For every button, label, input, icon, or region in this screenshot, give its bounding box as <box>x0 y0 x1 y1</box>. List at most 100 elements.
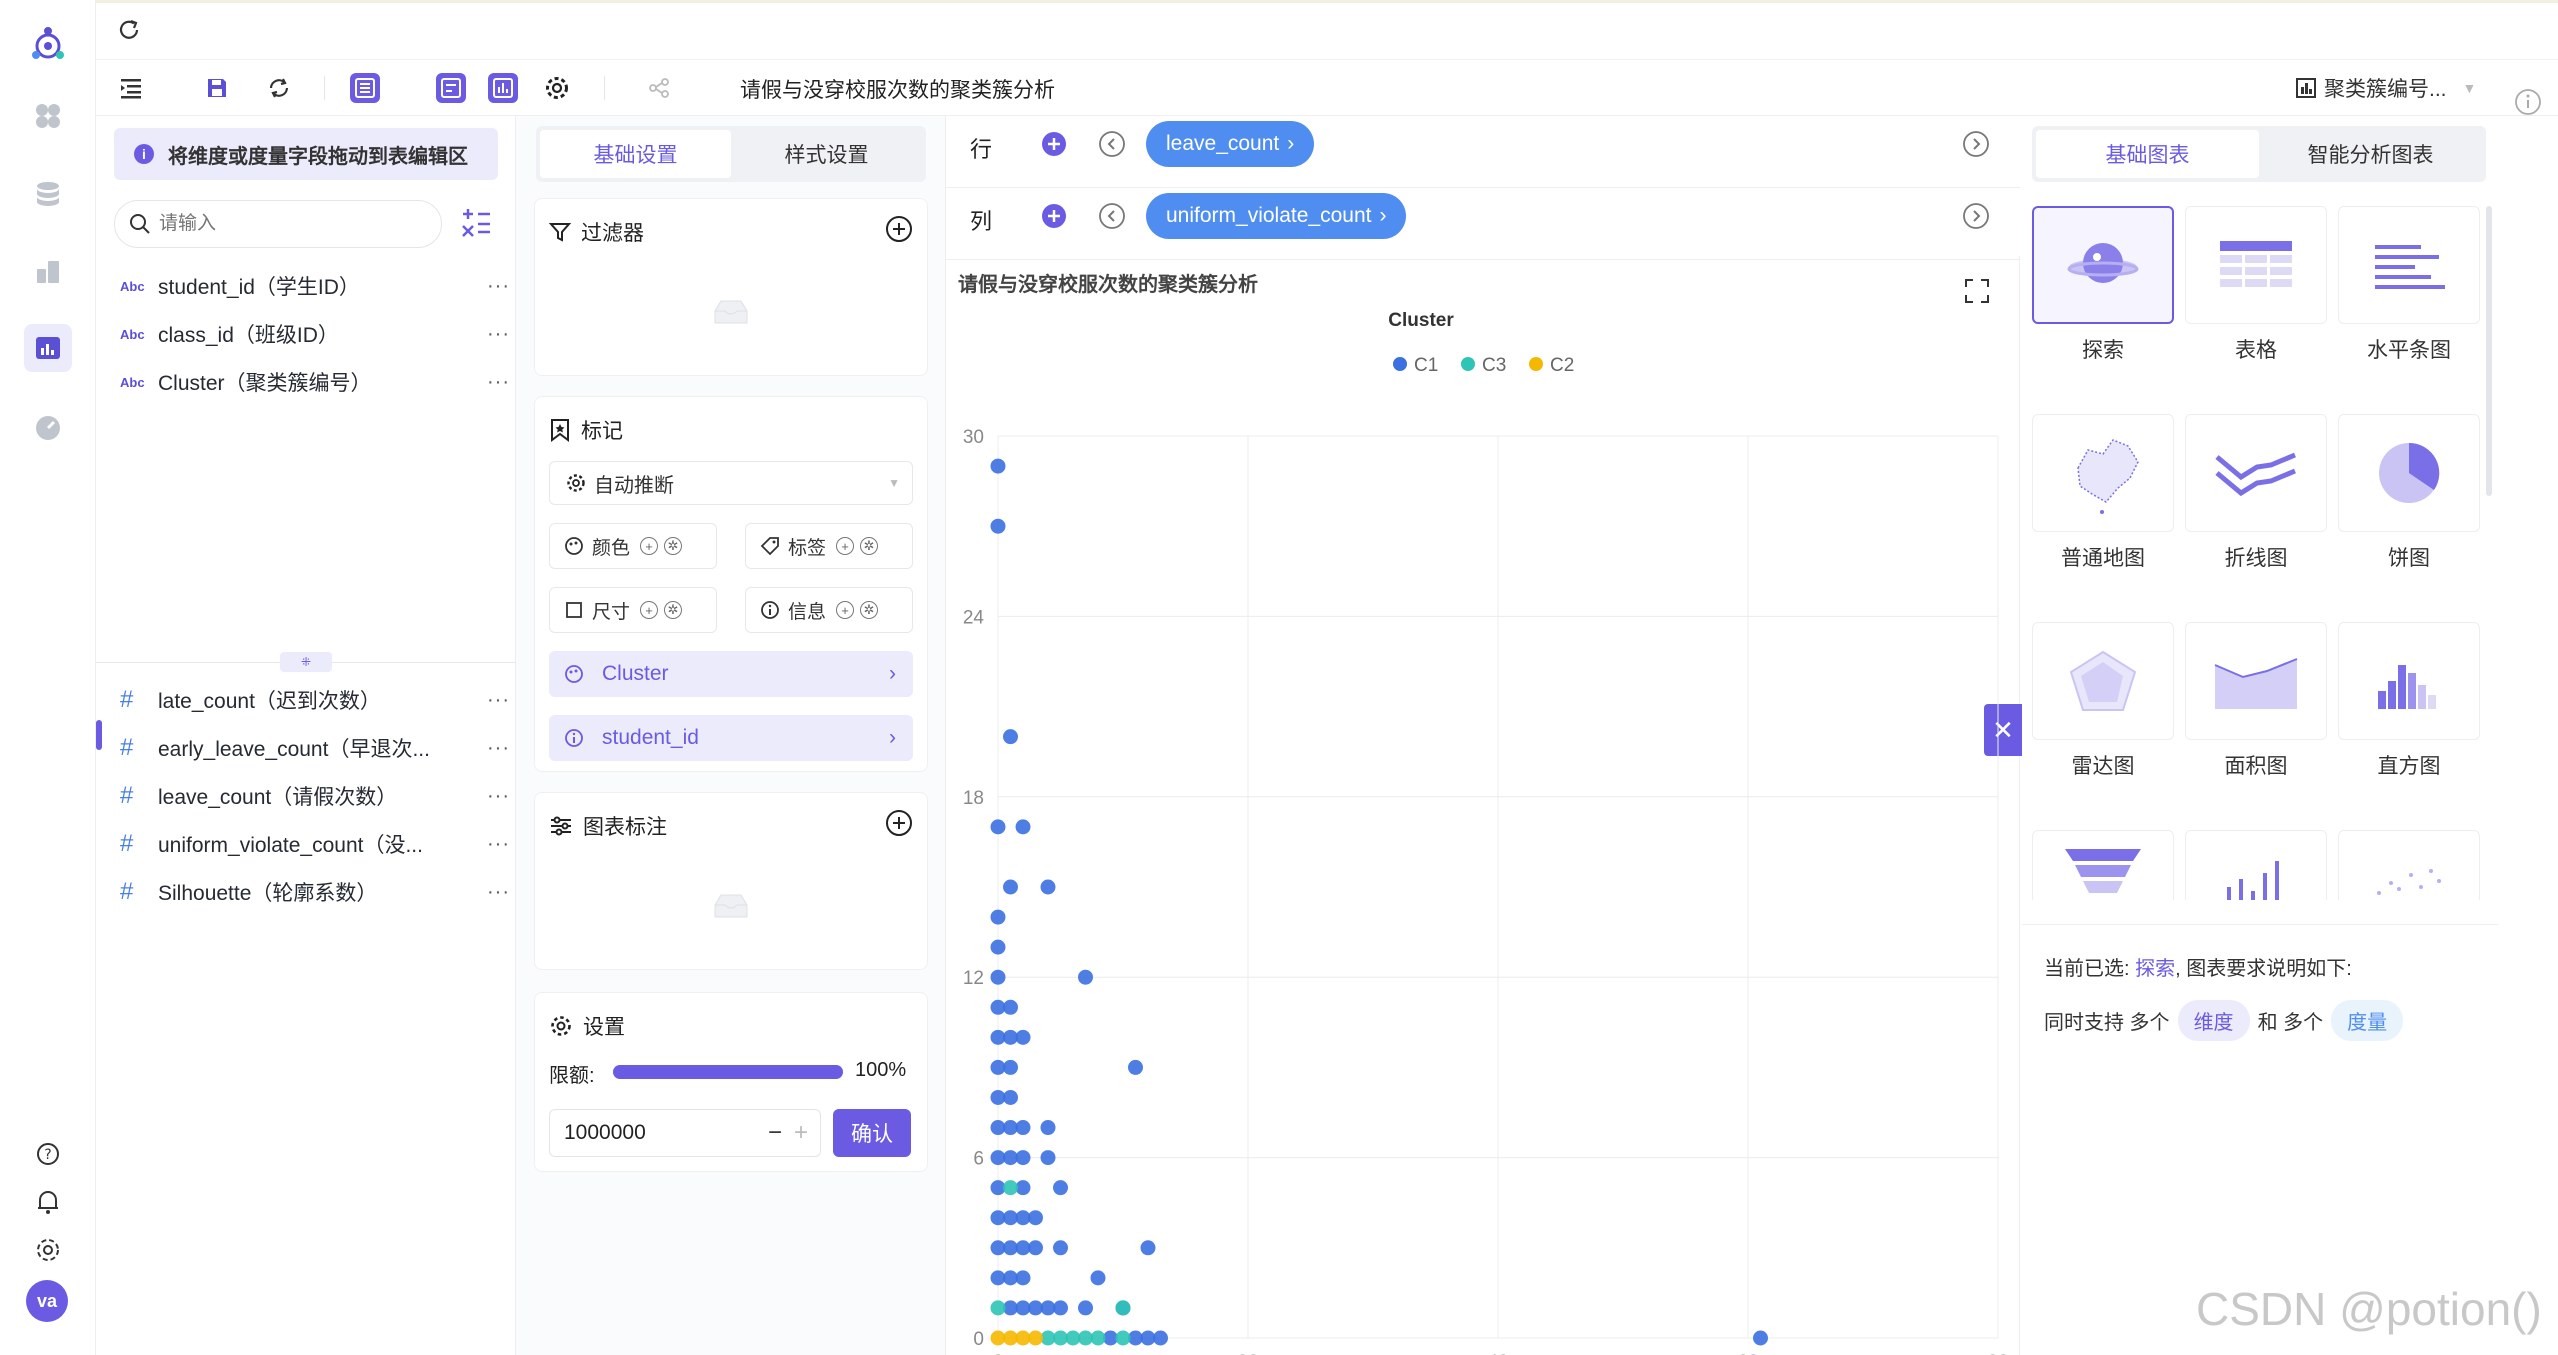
bound-field-cluster[interactable]: Cluster › <box>549 651 913 697</box>
dimension-field[interactable]: Abc student_id（学生ID） ··· <box>120 266 510 306</box>
data-point-c1 <box>1028 1210 1043 1226</box>
more-icon[interactable]: ··· <box>487 689 510 712</box>
more-icon[interactable]: ··· <box>487 275 510 298</box>
tab-smart-charts[interactable]: 智能分析图表 <box>2259 130 2482 178</box>
more-icon[interactable]: ··· <box>487 323 510 346</box>
info-icon[interactable] <box>2514 88 2542 121</box>
bound-field-student-id[interactable]: student_id › <box>549 715 913 761</box>
measure-field[interactable]: # early_leave_count（早退次... ··· <box>120 728 510 768</box>
chevron-down-icon: ▼ <box>888 476 900 490</box>
measure-field[interactable]: # late_count（迟到次数） ··· <box>120 680 510 720</box>
encoding-size[interactable]: 尺寸 + ✲ <box>549 587 717 633</box>
chart-type-explore[interactable] <box>2032 206 2174 324</box>
minus-icon[interactable]: − <box>768 1119 782 1147</box>
chevron-down-icon: ▼ <box>2462 80 2477 96</box>
chart-type-map[interactable] <box>2032 414 2174 532</box>
chart-type-pie[interactable] <box>2338 414 2480 532</box>
gear-mini-icon[interactable]: ✲ <box>664 601 683 619</box>
row-scroll-left-icon[interactable] <box>1098 130 1126 163</box>
add-small-icon[interactable]: + <box>836 601 855 619</box>
chart-type-scatter[interactable] <box>2338 830 2480 900</box>
column-field-pill[interactable]: uniform_violate_count › <box>1146 193 1407 239</box>
encoding-label[interactable]: 标签 + ✲ <box>745 523 913 569</box>
collapse-menu-icon[interactable] <box>116 73 146 103</box>
add-small-icon[interactable]: + <box>836 537 855 555</box>
limit-input[interactable]: 1000000 − + <box>549 1109 821 1157</box>
chart-type-histogram[interactable] <box>2338 622 2480 740</box>
confirm-button[interactable]: 确认 <box>833 1109 911 1157</box>
data-point-c3 <box>1115 1300 1131 1316</box>
chart-type-line[interactable] <box>2185 414 2327 532</box>
chart-view-icon[interactable] <box>488 73 518 103</box>
more-icon[interactable]: ··· <box>487 371 510 394</box>
logo-icon[interactable] <box>24 20 72 68</box>
resize-handle[interactable]: ⁜ <box>280 652 332 672</box>
encoding-color[interactable]: 颜色 + ✲ <box>549 523 717 569</box>
add-small-icon[interactable]: + <box>640 601 659 619</box>
plus-icon[interactable]: + <box>794 1119 808 1147</box>
search-input[interactable] <box>159 213 419 235</box>
dimension-field[interactable]: Abc class_id（班级ID） ··· <box>120 314 510 354</box>
dashboard-icon[interactable] <box>24 248 72 296</box>
bell-icon[interactable] <box>24 1178 72 1226</box>
y-tick-label: 0 <box>973 1329 984 1350</box>
add-annotation-icon[interactable] <box>885 809 913 842</box>
data-point-c1 <box>1078 1300 1093 1316</box>
limit-slider[interactable] <box>613 1065 843 1079</box>
chart-type-area[interactable] <box>2185 622 2327 740</box>
add-small-icon[interactable]: + <box>640 537 659 555</box>
side-handle[interactable] <box>96 720 102 750</box>
search-field[interactable] <box>114 200 442 248</box>
table-view-icon[interactable] <box>350 73 380 103</box>
sync-icon[interactable] <box>264 73 294 103</box>
database-icon[interactable] <box>24 170 72 218</box>
tab-basic-settings[interactable]: 基础设置 <box>540 130 731 178</box>
encoding-info[interactable]: 信息 + ✲ <box>745 587 913 633</box>
row-scroll-right-icon[interactable] <box>1962 130 1990 163</box>
help-icon[interactable]: ? <box>24 1130 72 1178</box>
data-point-c3 <box>1115 1330 1131 1346</box>
column-scroll-right-icon[interactable] <box>1962 202 1990 235</box>
column-scroll-left-icon[interactable] <box>1098 202 1126 235</box>
avatar[interactable]: va <box>26 1280 68 1322</box>
add-calc-field-icon[interactable] <box>460 206 494 245</box>
measure-field[interactable]: # Silhouette（轮廓系数） ··· <box>120 872 510 912</box>
add-filter-icon[interactable] <box>885 215 913 248</box>
chart-type-column[interactable] <box>2185 830 2327 900</box>
more-icon[interactable]: ··· <box>487 881 510 904</box>
save-icon[interactable] <box>202 73 232 103</box>
measure-field[interactable]: # uniform_violate_count（没... ··· <box>120 824 510 864</box>
gear-mini-icon[interactable]: ✲ <box>860 601 879 619</box>
row-field-pill[interactable]: leave_count › <box>1146 121 1315 167</box>
measure-field[interactable]: # leave_count（请假次数） ··· <box>120 776 510 816</box>
text-type-icon: Abc <box>120 326 145 342</box>
more-icon[interactable]: ··· <box>487 785 510 808</box>
chart-editor-icon[interactable] <box>24 324 72 372</box>
gauge-icon[interactable] <box>24 404 72 452</box>
chart-type-table[interactable] <box>2185 206 2327 324</box>
add-column-icon[interactable] <box>1040 202 1068 235</box>
filter-title: 过滤器 <box>581 222 644 245</box>
line-icon <box>2215 452 2296 497</box>
mark-type-select[interactable]: 自动推断 ▼ <box>549 461 913 505</box>
tab-style-settings[interactable]: 样式设置 <box>731 130 922 178</box>
scrollbar[interactable] <box>2486 206 2492 496</box>
more-icon[interactable]: ··· <box>487 833 510 856</box>
more-icon[interactable]: ··· <box>487 737 510 760</box>
config-gear-icon[interactable] <box>542 73 572 103</box>
dimension-field[interactable]: Abc Cluster（聚类簇编号） ··· <box>120 362 510 402</box>
data-settings-icon[interactable] <box>436 73 466 103</box>
apps-icon[interactable] <box>24 92 72 140</box>
current-chart-type[interactable]: 探索 <box>2135 958 2175 980</box>
gear-mini-icon[interactable]: ✲ <box>860 537 879 555</box>
settings-gear-icon[interactable] <box>24 1226 72 1274</box>
gear-mini-icon[interactable]: ✲ <box>664 537 683 555</box>
chart-type-radar[interactable] <box>2032 622 2174 740</box>
tab-basic-charts[interactable]: 基础图表 <box>2036 130 2259 178</box>
share-icon[interactable] <box>644 73 674 103</box>
add-row-icon[interactable] <box>1040 130 1068 163</box>
chart-type-hbar[interactable] <box>2338 206 2480 324</box>
chart-select[interactable]: 聚类簇编号... ▼ <box>2296 72 2476 104</box>
chart-type-funnel[interactable] <box>2032 830 2174 900</box>
refresh-icon[interactable] <box>116 17 144 45</box>
